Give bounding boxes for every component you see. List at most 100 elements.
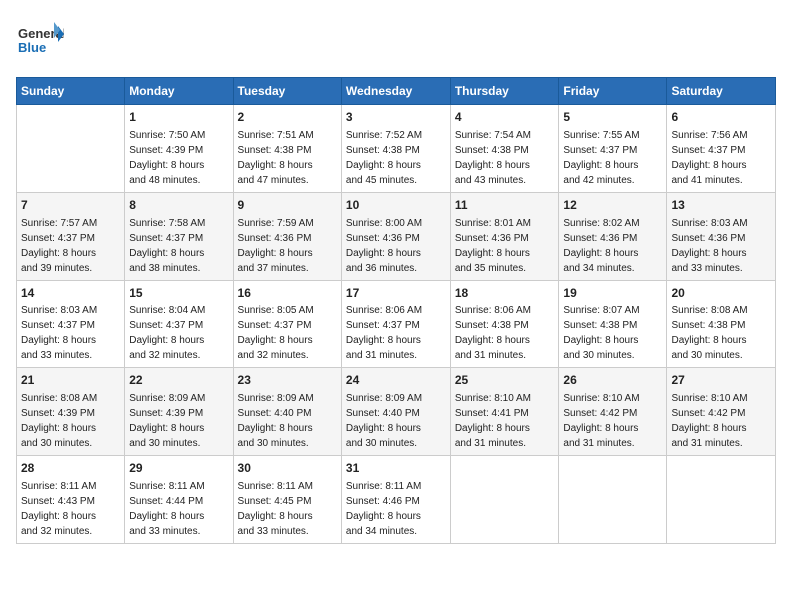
calendar-week-row: 1 Sunrise: 7:50 AM Sunset: 4:39 PM Daylig…	[17, 105, 776, 193]
calendar-cell: 17Sunrise: 8:06 AM Sunset: 4:37 PM Dayli…	[341, 280, 450, 368]
day-info: Sunrise: 7:50 AM Sunset: 4:39 PM Dayligh…	[129, 128, 228, 188]
calendar-cell: 28 Sunrise: 8:11 AM Sunset: 4:43 PM Dayli…	[17, 456, 125, 544]
calendar-cell: 21 Sunrise: 8:08 AM Sunset: 4:39 PM Dayli…	[17, 368, 125, 456]
day-number: 19	[563, 285, 662, 302]
calendar-cell: 6 Sunrise: 7:56 AM Sunset: 4:37 PM Daylig…	[667, 105, 776, 193]
calendar-cell: 25Sunrise: 8:10 AM Sunset: 4:41 PM Dayli…	[450, 368, 559, 456]
calendar-table: SundayMondayTuesdayWednesdayThursdayFrid…	[16, 77, 776, 544]
day-number: 31	[346, 460, 446, 477]
calendar-cell: 12Sunrise: 8:02 AM Sunset: 4:36 PM Dayli…	[559, 192, 667, 280]
day-number: 20	[671, 285, 771, 302]
day-info: Sunrise: 8:09 AM Sunset: 4:40 PM Dayligh…	[346, 391, 446, 451]
day-number: 1	[129, 109, 228, 126]
day-info: Sunrise: 8:09 AM Sunset: 4:39 PM Dayligh…	[129, 391, 228, 451]
calendar-cell: 27 Sunrise: 8:10 AM Sunset: 4:42 PM Dayli…	[667, 368, 776, 456]
calendar-cell: 4 Sunrise: 7:54 AM Sunset: 4:38 PM Daylig…	[450, 105, 559, 193]
calendar-cell: 26 Sunrise: 8:10 AM Sunset: 4:42 PM Dayli…	[559, 368, 667, 456]
day-info: Sunrise: 8:03 AM Sunset: 4:36 PM Dayligh…	[671, 216, 771, 276]
day-info: Sunrise: 7:57 AM Sunset: 4:37 PM Dayligh…	[21, 216, 120, 276]
day-number: 4	[455, 109, 555, 126]
day-number: 11	[455, 197, 555, 214]
calendar-cell: 16Sunrise: 8:05 AM Sunset: 4:37 PM Dayli…	[233, 280, 341, 368]
day-info: Sunrise: 7:51 AM Sunset: 4:38 PM Dayligh…	[238, 128, 337, 188]
day-number: 16	[238, 285, 337, 302]
calendar-week-row: 7 Sunrise: 7:57 AM Sunset: 4:37 PM Daylig…	[17, 192, 776, 280]
calendar-week-row: 21 Sunrise: 8:08 AM Sunset: 4:39 PM Dayli…	[17, 368, 776, 456]
day-info: Sunrise: 8:11 AM Sunset: 4:45 PM Dayligh…	[238, 479, 337, 539]
day-number: 28	[21, 460, 120, 477]
day-number: 30	[238, 460, 337, 477]
header: General Blue	[16, 16, 776, 69]
calendar-cell	[450, 456, 559, 544]
calendar-cell	[559, 456, 667, 544]
calendar-cell: 10 Sunrise: 8:00 AM Sunset: 4:36 PM Dayli…	[341, 192, 450, 280]
day-number: 5	[563, 109, 662, 126]
calendar-cell: 19Sunrise: 8:07 AM Sunset: 4:38 PM Dayli…	[559, 280, 667, 368]
calendar-cell	[667, 456, 776, 544]
svg-text:Blue: Blue	[18, 40, 46, 55]
day-info: Sunrise: 8:11 AM Sunset: 4:43 PM Dayligh…	[21, 479, 120, 539]
calendar-cell: 11Sunrise: 8:01 AM Sunset: 4:36 PM Dayli…	[450, 192, 559, 280]
day-number: 3	[346, 109, 446, 126]
day-info: Sunrise: 8:08 AM Sunset: 4:39 PM Dayligh…	[21, 391, 120, 451]
day-info: Sunrise: 8:10 AM Sunset: 4:42 PM Dayligh…	[671, 391, 771, 451]
day-number: 15	[129, 285, 228, 302]
day-info: Sunrise: 8:00 AM Sunset: 4:36 PM Dayligh…	[346, 216, 446, 276]
calendar-cell: 5Sunrise: 7:55 AM Sunset: 4:37 PM Daylig…	[559, 105, 667, 193]
day-info: Sunrise: 8:07 AM Sunset: 4:38 PM Dayligh…	[563, 303, 662, 363]
column-header-monday: Monday	[125, 78, 233, 105]
day-number: 18	[455, 285, 555, 302]
day-info: Sunrise: 7:52 AM Sunset: 4:38 PM Dayligh…	[346, 128, 446, 188]
calendar-cell	[17, 105, 125, 193]
calendar-week-row: 14Sunrise: 8:03 AM Sunset: 4:37 PM Dayli…	[17, 280, 776, 368]
calendar-cell: 14Sunrise: 8:03 AM Sunset: 4:37 PM Dayli…	[17, 280, 125, 368]
day-number: 10	[346, 197, 446, 214]
calendar-cell: 15Sunrise: 8:04 AM Sunset: 4:37 PM Dayli…	[125, 280, 233, 368]
column-header-tuesday: Tuesday	[233, 78, 341, 105]
calendar-cell: 3 Sunrise: 7:52 AM Sunset: 4:38 PM Daylig…	[341, 105, 450, 193]
column-header-thursday: Thursday	[450, 78, 559, 105]
calendar-cell: 1 Sunrise: 7:50 AM Sunset: 4:39 PM Daylig…	[125, 105, 233, 193]
day-info: Sunrise: 8:05 AM Sunset: 4:37 PM Dayligh…	[238, 303, 337, 363]
day-number: 21	[21, 372, 120, 389]
day-number: 27	[671, 372, 771, 389]
day-info: Sunrise: 8:06 AM Sunset: 4:38 PM Dayligh…	[455, 303, 555, 363]
day-number: 26	[563, 372, 662, 389]
day-number: 13	[671, 197, 771, 214]
logo: General Blue	[16, 16, 64, 69]
calendar-cell: 7 Sunrise: 7:57 AM Sunset: 4:37 PM Daylig…	[17, 192, 125, 280]
day-info: Sunrise: 7:54 AM Sunset: 4:38 PM Dayligh…	[455, 128, 555, 188]
day-info: Sunrise: 8:08 AM Sunset: 4:38 PM Dayligh…	[671, 303, 771, 363]
column-header-wednesday: Wednesday	[341, 78, 450, 105]
calendar-header-row: SundayMondayTuesdayWednesdayThursdayFrid…	[17, 78, 776, 105]
day-number: 8	[129, 197, 228, 214]
day-info: Sunrise: 8:02 AM Sunset: 4:36 PM Dayligh…	[563, 216, 662, 276]
day-info: Sunrise: 8:11 AM Sunset: 4:46 PM Dayligh…	[346, 479, 446, 539]
calendar-cell: 13 Sunrise: 8:03 AM Sunset: 4:36 PM Dayli…	[667, 192, 776, 280]
day-info: Sunrise: 8:10 AM Sunset: 4:41 PM Dayligh…	[455, 391, 555, 451]
calendar-cell: 29Sunrise: 8:11 AM Sunset: 4:44 PM Dayli…	[125, 456, 233, 544]
day-number: 24	[346, 372, 446, 389]
calendar-cell: 24 Sunrise: 8:09 AM Sunset: 4:40 PM Dayli…	[341, 368, 450, 456]
day-info: Sunrise: 7:56 AM Sunset: 4:37 PM Dayligh…	[671, 128, 771, 188]
column-header-sunday: Sunday	[17, 78, 125, 105]
calendar-cell: 31 Sunrise: 8:11 AM Sunset: 4:46 PM Dayli…	[341, 456, 450, 544]
calendar-cell: 8 Sunrise: 7:58 AM Sunset: 4:37 PM Daylig…	[125, 192, 233, 280]
column-header-friday: Friday	[559, 78, 667, 105]
day-number: 17	[346, 285, 446, 302]
day-number: 14	[21, 285, 120, 302]
day-number: 29	[129, 460, 228, 477]
logo-graphic: General Blue	[16, 16, 64, 69]
day-info: Sunrise: 7:59 AM Sunset: 4:36 PM Dayligh…	[238, 216, 337, 276]
calendar-cell: 18Sunrise: 8:06 AM Sunset: 4:38 PM Dayli…	[450, 280, 559, 368]
calendar-cell: 2Sunrise: 7:51 AM Sunset: 4:38 PM Daylig…	[233, 105, 341, 193]
day-number: 7	[21, 197, 120, 214]
day-info: Sunrise: 8:06 AM Sunset: 4:37 PM Dayligh…	[346, 303, 446, 363]
day-number: 6	[671, 109, 771, 126]
day-info: Sunrise: 8:03 AM Sunset: 4:37 PM Dayligh…	[21, 303, 120, 363]
calendar-cell: 20Sunrise: 8:08 AM Sunset: 4:38 PM Dayli…	[667, 280, 776, 368]
calendar-cell: 30 Sunrise: 8:11 AM Sunset: 4:45 PM Dayli…	[233, 456, 341, 544]
day-number: 23	[238, 372, 337, 389]
day-info: Sunrise: 8:10 AM Sunset: 4:42 PM Dayligh…	[563, 391, 662, 451]
day-info: Sunrise: 7:58 AM Sunset: 4:37 PM Dayligh…	[129, 216, 228, 276]
